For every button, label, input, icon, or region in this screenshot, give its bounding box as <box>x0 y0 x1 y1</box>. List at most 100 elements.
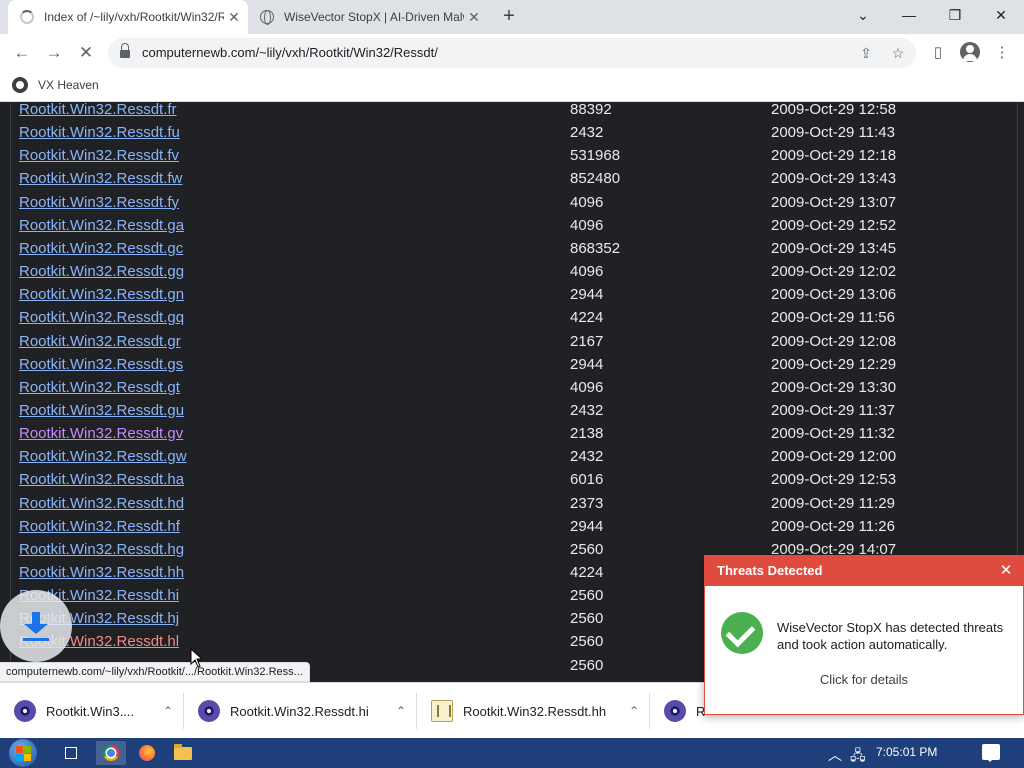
action-center-icon[interactable] <box>982 744 1000 762</box>
listing-row: Rootkit.Win32.Ressdt.gv 2138 2009-Oct-29 1… <box>0 425 1010 448</box>
listing-row: Rootkit.Win32.Ressdt.gs 2944 2009-Oct-29 1… <box>0 356 1010 379</box>
file-link[interactable]: Rootkit.Win32.Ressdt.ha <box>19 471 184 488</box>
file-size: 4096 <box>570 216 604 234</box>
file-link[interactable]: Rootkit.Win32.Ressdt.fr <box>19 103 177 118</box>
file-size: 2432 <box>570 124 604 142</box>
firefox-icon <box>139 745 155 761</box>
taskbar-file-explorer[interactable] <box>168 741 198 765</box>
file-size: 2138 <box>570 425 604 443</box>
download-item[interactable]: Rootkit.Win3.... ⌃ <box>0 693 184 729</box>
network-icon[interactable]: 🖧 <box>850 745 866 768</box>
tab-close-icon[interactable]: ✕ <box>464 9 484 26</box>
tab-index-of[interactable]: Index of /~lily/vxh/Rootkit/Win32/Ressdt… <box>8 0 248 34</box>
task-view-button[interactable] <box>56 741 86 765</box>
download-item[interactable]: Rootkit.Win32.Ressdt.hi ⌃ <box>184 693 417 729</box>
download-arrow-icon <box>23 612 49 641</box>
file-link[interactable]: Rootkit.Win32.Ressdt.fy <box>19 194 179 211</box>
file-date: 2009-Oct-29 13:06 <box>771 286 897 304</box>
listing-row: Rootkit.Win32.Ressdt.fy 4096 2009-Oct-29 1… <box>0 194 1010 217</box>
stop-loading-icon[interactable]: ✕ <box>73 40 99 66</box>
file-link[interactable]: Rootkit.Win32.Ressdt.gv <box>19 425 183 442</box>
file-link[interactable]: Rootkit.Win32.Ressdt.hh <box>19 564 184 581</box>
download-item[interactable]: R <box>650 693 706 729</box>
file-link[interactable]: Rootkit.Win32.Ressdt.hf <box>19 518 180 535</box>
taskbar-firefox[interactable] <box>132 741 162 765</box>
file-size: 2167 <box>570 332 604 350</box>
tab-search-icon[interactable]: ⌄ <box>840 0 886 30</box>
file-size: 2944 <box>570 517 604 535</box>
taskbar-chrome[interactable] <box>96 741 126 765</box>
chevron-up-icon[interactable]: ⌃ <box>153 704 183 718</box>
file-link[interactable]: Rootkit.Win32.Ressdt.hg <box>19 541 184 558</box>
file-size: 2944 <box>570 286 604 304</box>
address-bar[interactable]: computernewb.com/~lily/vxh/Rootkit/Win32… <box>108 38 916 68</box>
file-link[interactable]: Rootkit.Win32.Ressdt.hd <box>19 495 184 512</box>
file-size: 2432 <box>570 401 604 419</box>
file-date: 2009-Oct-29 11:26 <box>771 517 895 535</box>
file-link[interactable]: Rootkit.Win32.Ressdt.fw <box>19 170 182 187</box>
file-link[interactable]: Rootkit.Win32.Ressdt.gt <box>19 379 180 396</box>
bookmark-star-icon[interactable]: ☆ <box>888 43 908 63</box>
file-size: 868352 <box>570 239 621 257</box>
file-link[interactable]: Rootkit.Win32.Ressdt.fv <box>19 147 179 164</box>
browser-toolbar: ← → ✕ computernewb.com/~lily/vxh/Rootkit… <box>0 34 1024 72</box>
restore-icon[interactable]: ❐ <box>932 0 978 30</box>
share-icon[interactable]: ⇪ <box>856 43 876 63</box>
file-link[interactable]: Rootkit.Win32.Ressdt.gr <box>19 333 181 350</box>
status-url-bubble: computernewb.com/~lily/vxh/Rootkit/.../R… <box>0 662 310 682</box>
tab-title: Index of /~lily/vxh/Rootkit/Win32/Ressdt… <box>44 10 224 24</box>
file-link[interactable]: Rootkit.Win32.Ressdt.gn <box>19 286 184 303</box>
file-link[interactable]: Rootkit.Win32.Ressdt.fu <box>19 124 180 141</box>
tab-close-icon[interactable]: ✕ <box>224 9 244 26</box>
chevron-up-icon[interactable]: ⌃ <box>619 704 649 718</box>
click-for-details-link[interactable]: Click for details <box>705 672 1023 687</box>
file-size: 4096 <box>570 263 604 281</box>
file-link[interactable]: Rootkit.Win32.Ressdt.gu <box>19 402 184 419</box>
start-button[interactable] <box>6 739 40 767</box>
threats-detected-popup[interactable]: Threats Detected ✕ WiseVector StopX has … <box>704 555 1024 715</box>
exe-file-icon <box>664 700 686 722</box>
file-link[interactable]: Rootkit.Win32.Ressdt.ga <box>19 217 184 234</box>
minimize-icon[interactable]: — <box>886 0 932 30</box>
listing-row: Rootkit.Win32.Ressdt.ha 6016 2009-Oct-29 1… <box>0 471 1010 494</box>
tray-chevron-up-icon[interactable]: ︿ <box>828 745 842 765</box>
back-arrow-icon[interactable]: ← <box>9 40 35 66</box>
forward-arrow-icon[interactable]: → <box>41 40 67 66</box>
file-date: 2009-Oct-29 13:43 <box>771 170 897 188</box>
bookmark-label: VX Heaven <box>38 78 99 92</box>
listing-row: Rootkit.Win32.Ressdt.gq 4224 2009-Oct-29 1… <box>0 309 1010 332</box>
globe-icon <box>260 10 274 25</box>
chevron-up-icon[interactable]: ⌃ <box>386 704 416 718</box>
popup-close-icon[interactable]: ✕ <box>989 556 1023 586</box>
kebab-menu-icon[interactable]: ⋮ <box>992 43 1012 63</box>
file-link[interactable]: Rootkit.Win32.Ressdt.gc <box>19 240 183 257</box>
download-label: Rootkit.Win3.... <box>46 703 135 719</box>
file-link[interactable]: Rootkit.Win32.Ressdt.gw <box>19 448 187 465</box>
file-date: 2009-Oct-29 12:52 <box>771 216 897 234</box>
file-size: 531968 <box>570 147 621 165</box>
download-item[interactable]: Rootkit.Win32.Ressdt.hh ⌃ <box>417 693 650 729</box>
file-date: 2009-Oct-29 12:53 <box>771 471 897 489</box>
file-link[interactable]: Rootkit.Win32.Ressdt.gg <box>19 263 184 280</box>
tab-wisevector[interactable]: WiseVector StopX | AI-Driven Malware Pro… <box>252 0 488 34</box>
download-bubble[interactable] <box>0 590 72 662</box>
mouse-cursor-icon <box>190 648 204 668</box>
new-tab-button[interactable]: + <box>498 5 520 27</box>
file-size: 4096 <box>570 378 604 396</box>
bookmark-vx-heaven[interactable]: VX Heaven <box>12 77 99 93</box>
screen: Index of /~lily/vxh/Rootkit/Win32/Ressdt… <box>0 0 1024 768</box>
file-size: 2432 <box>570 448 604 466</box>
profile-avatar-icon[interactable] <box>960 42 980 62</box>
file-date: 2009-Oct-29 12:08 <box>771 332 897 350</box>
file-link[interactable]: Rootkit.Win32.Ressdt.gq <box>19 309 184 326</box>
listing-row: Rootkit.Win32.Ressdt.gg 4096 2009-Oct-29 1… <box>0 263 1010 286</box>
system-clock[interactable]: 7:05:01 PM <box>876 745 937 759</box>
file-size: 2944 <box>570 355 604 373</box>
tab-title: WiseVector StopX | AI-Driven Malware Pro… <box>284 10 464 24</box>
window-close-icon[interactable]: ✕ <box>978 0 1024 30</box>
file-size: 6016 <box>570 471 604 489</box>
side-panel-icon[interactable]: ▯ <box>928 43 948 63</box>
listing-row: Rootkit.Win32.Ressdt.fr 88392 2009-Oct-29 … <box>0 103 1010 124</box>
file-link[interactable]: Rootkit.Win32.Ressdt.gs <box>19 356 183 373</box>
file-size: 4224 <box>570 309 604 327</box>
